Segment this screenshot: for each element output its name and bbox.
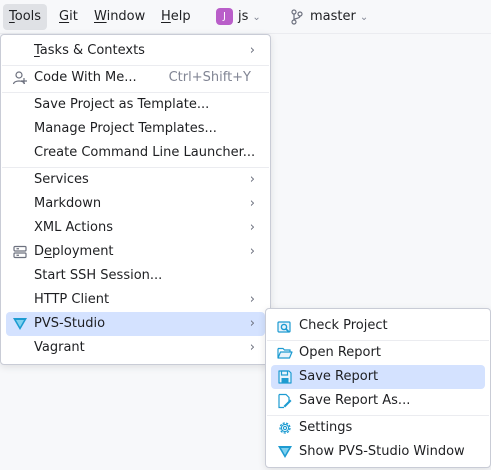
menu-item-label: XML Actions xyxy=(34,220,113,235)
chevron-down-icon: ⌄ xyxy=(359,12,369,23)
chevron-right-icon: › xyxy=(249,196,255,211)
branch-selector[interactable]: master ⌄ xyxy=(284,4,374,30)
pvs-studio-icon xyxy=(13,318,27,330)
menu-git-rest: it xyxy=(69,9,78,24)
chevron-right-icon: › xyxy=(249,220,255,235)
chevron-right-icon: › xyxy=(249,316,255,331)
menu-item-label: Check Project xyxy=(299,318,388,333)
menu-item-xml-actions[interactable]: XML Actions › xyxy=(6,216,265,240)
project-badge: J xyxy=(216,8,233,25)
menu-item-start-ssh-session[interactable]: Start SSH Session... xyxy=(6,264,265,288)
code-with-me-icon xyxy=(12,71,27,85)
menu-item-deployment[interactable]: Deployment › xyxy=(6,240,265,264)
menu-item-label: Show PVS-Studio Window xyxy=(299,444,465,459)
menu-help-mnemonic: H xyxy=(161,9,171,24)
menu-item-label: Save Report xyxy=(299,369,379,384)
menu-item-manage-project-templates[interactable]: Manage Project Templates... xyxy=(6,117,265,141)
menu-item-check-project[interactable]: Check Project xyxy=(271,314,485,338)
chevron-right-icon: › xyxy=(249,43,255,58)
chevron-right-icon: › xyxy=(249,340,255,355)
menu-item-save-project-as-template[interactable]: Save Project as Template... xyxy=(6,93,265,117)
menu-item-show-pvs-window[interactable]: Show PVS-Studio Window xyxy=(271,440,485,464)
chevron-down-icon: ⌄ xyxy=(252,12,261,23)
menu-item-vagrant[interactable]: Vagrant › xyxy=(6,336,265,360)
menu-item-label: Create Command Line Launcher... xyxy=(34,145,256,160)
open-folder-icon xyxy=(277,347,293,359)
menu-window-mnemonic: W xyxy=(94,9,107,24)
label-text: D xyxy=(34,244,45,259)
pvs-studio-icon xyxy=(278,446,292,458)
label-text: ployment xyxy=(52,244,114,259)
menu-item-label: Tasks & Contexts xyxy=(34,39,145,63)
menu-window-rest: indow xyxy=(106,9,146,24)
menu-item-label: Code With Me... xyxy=(34,70,137,85)
save-icon xyxy=(278,370,292,384)
menu-item-http-client[interactable]: HTTP Client › xyxy=(6,288,265,312)
menu-item-label: Start SSH Session... xyxy=(34,268,163,283)
menu-item-markdown[interactable]: Markdown › xyxy=(6,192,265,216)
menu-git-mnemonic: G xyxy=(59,9,70,24)
git-branch-icon xyxy=(291,8,303,25)
menu-item-label: Deployment xyxy=(34,240,114,264)
menu-item-tasks-contexts[interactable]: Tasks & Contexts › xyxy=(6,39,265,63)
menu-help-rest: elp xyxy=(170,9,191,24)
label-text: asks & Contexts xyxy=(39,43,145,58)
gear-icon xyxy=(279,422,291,434)
chevron-right-icon: › xyxy=(249,172,255,187)
menu-item-label: Vagrant xyxy=(34,340,85,355)
menu-item-label: Open Report xyxy=(299,345,381,360)
server-icon xyxy=(13,245,27,259)
tools-menu: Tasks & Contexts › Code With Me... Ctrl+… xyxy=(0,34,271,365)
branch-name: master xyxy=(310,9,356,24)
menu-item-label: Save Project as Template... xyxy=(34,97,210,112)
menu-tools-rest: ools xyxy=(14,9,42,24)
menu-item-label: PVS-Studio xyxy=(34,316,106,331)
shortcut-label: Ctrl+Shift+Y xyxy=(168,70,251,85)
check-project-icon xyxy=(277,321,291,333)
menu-item-label: HTTP Client xyxy=(34,292,110,307)
menu-item-label: Services xyxy=(34,172,89,187)
project-selector[interactable]: Jjs ⌄ xyxy=(210,4,267,30)
main-menu-bar: Tools Git Window Help Jjs ⌄ master ⌄ xyxy=(0,0,491,33)
menu-item-label: Markdown xyxy=(34,196,102,211)
menu-item-label: Save Report As... xyxy=(299,393,411,408)
menu-help[interactable]: Help xyxy=(155,4,197,30)
menu-item-label: Settings xyxy=(299,420,353,435)
menu-item-save-report[interactable]: Save Report xyxy=(271,365,485,389)
chevron-right-icon: › xyxy=(249,292,255,307)
menu-item-open-report[interactable]: Open Report xyxy=(271,341,485,365)
menu-tools[interactable]: Tools xyxy=(3,4,48,30)
menu-item-save-report-as[interactable]: Save Report As... xyxy=(271,389,485,413)
menu-item-create-cli-launcher[interactable]: Create Command Line Launcher... xyxy=(6,141,265,165)
chevron-right-icon: › xyxy=(249,244,255,259)
pvs-studio-submenu: Check Project Open Report Save Report Sa… xyxy=(265,308,491,468)
menu-item-pvs-studio[interactable]: PVS-Studio › xyxy=(6,312,265,336)
menu-item-code-with-me[interactable]: Code With Me... Ctrl+Shift+Y xyxy=(6,66,265,90)
mnemonic: e xyxy=(44,244,53,259)
menu-git[interactable]: Git xyxy=(53,4,84,30)
save-as-icon xyxy=(278,393,292,409)
menu-item-services[interactable]: Services › xyxy=(6,168,265,192)
project-name: js xyxy=(238,9,249,24)
menu-item-label: Manage Project Templates... xyxy=(34,121,217,136)
menu-item-settings[interactable]: Settings xyxy=(271,416,485,440)
menu-window[interactable]: Window xyxy=(88,4,151,30)
